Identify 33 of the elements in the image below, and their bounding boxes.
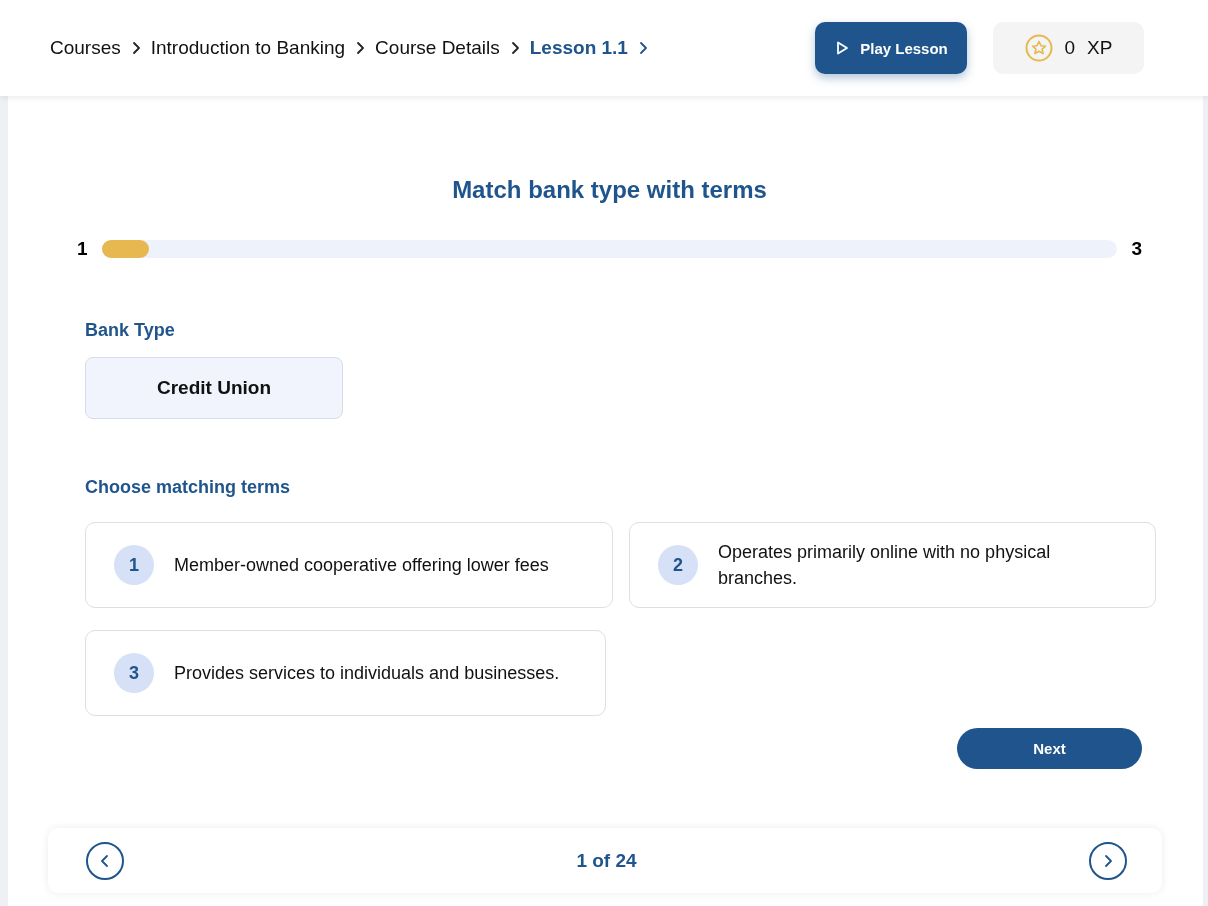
next-button[interactable]: Next: [957, 728, 1142, 769]
chevron-left-icon: [100, 853, 110, 868]
number-badge: 2: [658, 545, 698, 585]
bank-type-card: Credit Union: [85, 357, 343, 419]
exercise-title: Match bank type with terms: [451, 176, 768, 204]
chevron-right-icon: [637, 41, 648, 55]
chevron-right-icon: [355, 41, 366, 55]
progress-start: 1: [77, 238, 88, 260]
xp-unit: XP: [1087, 37, 1113, 59]
section-label: Bank Type: [85, 320, 176, 341]
progress-end: 3: [1131, 238, 1142, 260]
section-label: Choose matching terms: [85, 477, 292, 498]
term-option[interactable]: 2 Operates primarily online with no physical branches.: [629, 522, 1156, 608]
play-lesson-button[interactable]: Play Lesson: [815, 22, 967, 74]
chevron-right-icon: [1103, 853, 1113, 868]
term-text: Operates primarily online with no physical branches.: [718, 541, 1052, 590]
term-text: Member-owned cooperative offering lower fees: [174, 554, 549, 577]
breadcrumb-link[interactable]: Lesson 1.1: [529, 37, 628, 59]
term-option[interactable]: 3 Provides services to individuals and businesses.: [85, 630, 606, 716]
number-badge: 3: [114, 653, 154, 693]
chevron-right-icon: [130, 41, 141, 55]
breadcrumb-link[interactable]: Course Details: [375, 37, 500, 59]
play-icon: [834, 40, 851, 56]
next-page-button[interactable]: [1089, 841, 1127, 880]
breadcrumb-link[interactable]: Introduction to Banking: [150, 37, 346, 59]
xp-value: 0: [1064, 37, 1076, 59]
chevron-right-icon: [509, 41, 520, 55]
term-text: Provides services to individuals and businesses.: [174, 662, 560, 685]
previous-button[interactable]: [86, 841, 124, 880]
term-option[interactable]: 1 Member-owned cooperative offering lower fees: [85, 522, 613, 608]
page-indicator: 1 of 24: [576, 849, 637, 872]
number-badge: 1: [114, 545, 154, 585]
breadcrumb-link[interactable]: Courses: [50, 37, 121, 59]
